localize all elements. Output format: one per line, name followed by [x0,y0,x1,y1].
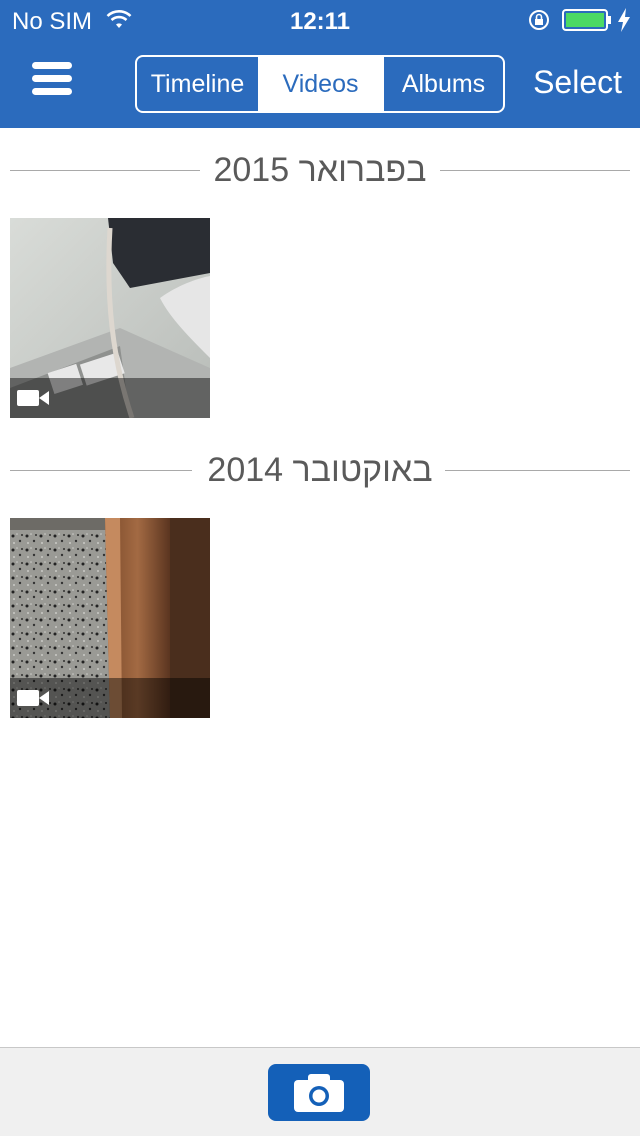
divider [440,170,630,171]
view-segmented-control: Timeline Videos Albums [135,55,505,113]
select-button[interactable]: Select [533,64,622,101]
video-thumbnail[interactable] [10,218,210,418]
tab-timeline[interactable]: Timeline [137,57,258,111]
tab-albums[interactable]: Albums [383,57,503,111]
camera-icon [294,1074,344,1112]
camera-button[interactable] [268,1064,370,1121]
top-navigation-bar: No SIM 12:11 Timeline Videos Albums Sele… [0,0,640,128]
video-camera-icon [17,690,49,706]
video-thumbnail[interactable] [10,518,210,718]
status-bar: No SIM 12:11 [0,0,640,40]
bottom-toolbar [0,1047,640,1136]
tab-videos[interactable]: Videos [258,57,383,111]
hamburger-menu-icon[interactable] [28,62,76,102]
section-header: בפברואר 2015 [0,150,640,190]
video-camera-icon [17,390,49,406]
charging-icon [618,8,630,32]
divider [445,470,630,471]
section-header: באוקטובר 2014 [0,450,640,490]
lock-rotation-icon [529,10,549,30]
battery-icon [562,9,611,31]
